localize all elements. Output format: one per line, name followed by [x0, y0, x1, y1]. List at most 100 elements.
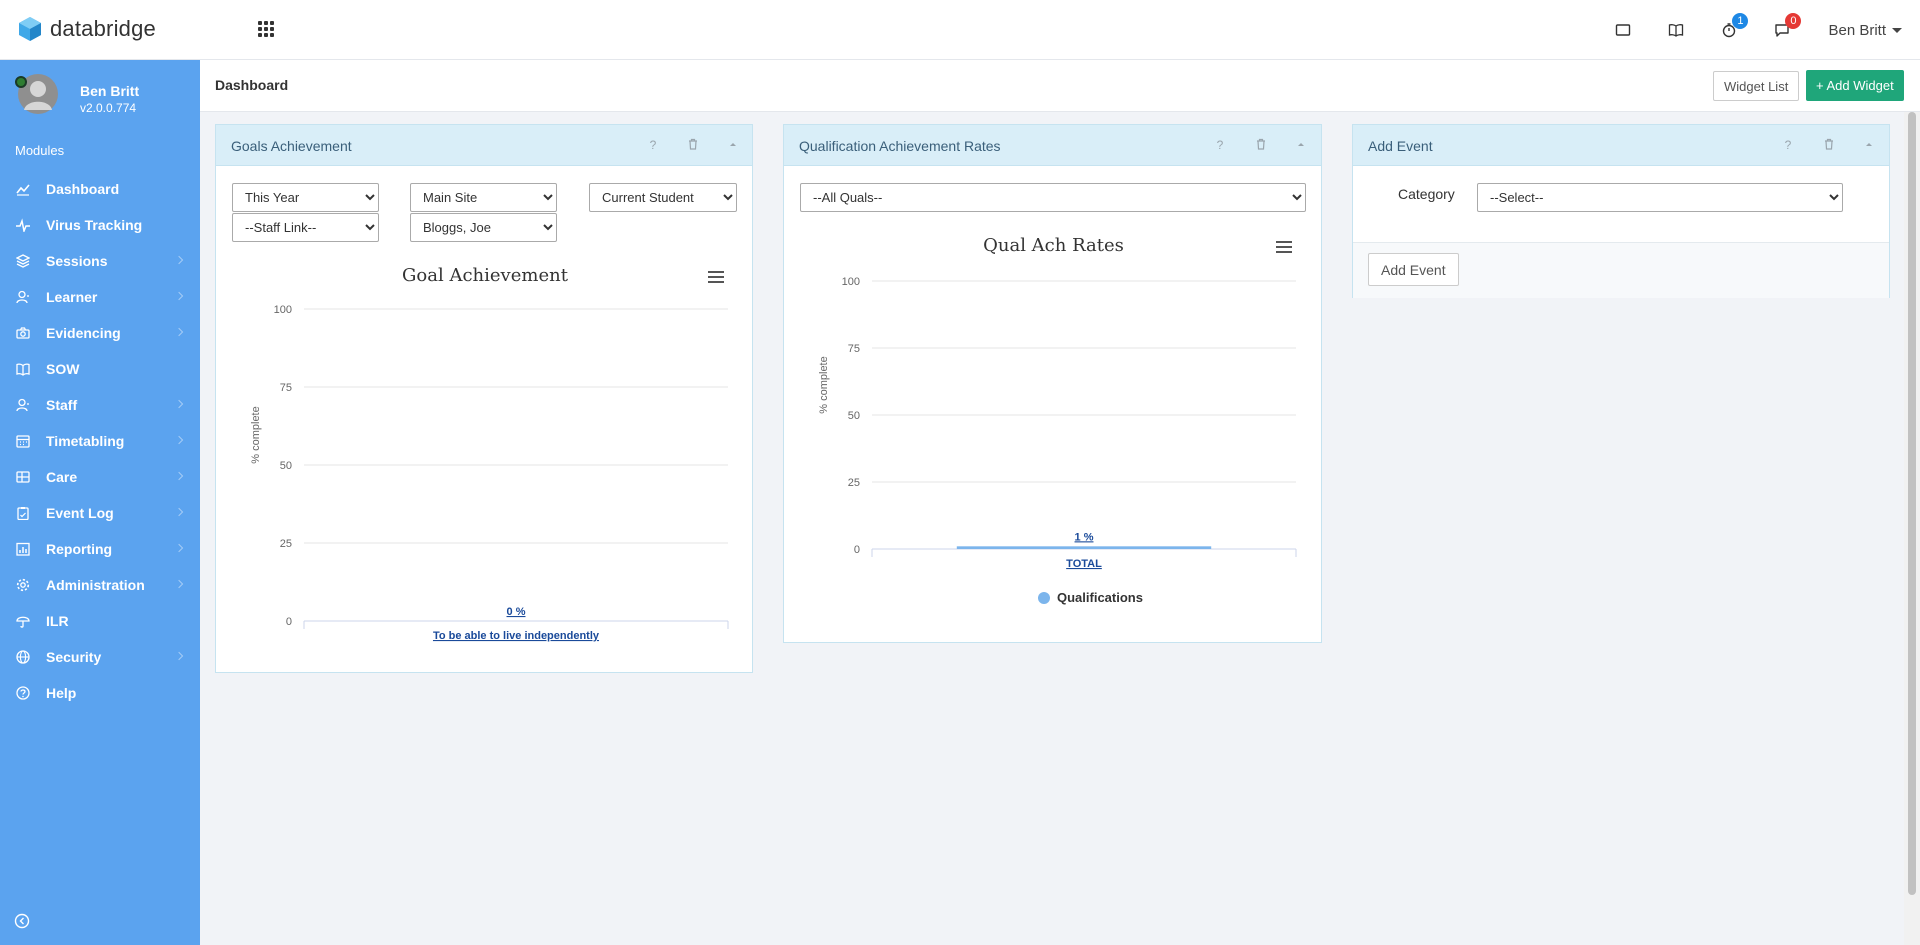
chevron-right-icon: [174, 291, 184, 301]
add-widget-button[interactable]: + Add Widget: [1806, 70, 1904, 101]
sidebar-item-label: Security: [46, 649, 102, 665]
y-tick-label: 25: [280, 538, 292, 550]
chevron-right-icon: [174, 327, 184, 337]
user-menu[interactable]: Ben Britt: [1808, 22, 1920, 39]
legend-label: Qualifications: [1057, 590, 1143, 605]
bar-chart-icon: [16, 542, 30, 556]
chevron-right-icon: [174, 255, 184, 265]
page-scrollbar[interactable]: [1904, 112, 1920, 945]
data-label: 1 %: [1075, 531, 1094, 543]
add-event-button[interactable]: Add Event: [1368, 253, 1459, 286]
logo[interactable]: databridge: [18, 16, 156, 42]
top-bar: databridge 1 0 Ben Britt: [0, 0, 1920, 60]
messages-button[interactable]: 0: [1755, 0, 1808, 60]
chevron-right-icon: [174, 471, 184, 481]
sidebar-item-security[interactable]: Security: [0, 639, 200, 675]
chevron-right-icon: [174, 651, 184, 661]
y-axis-label: % complete: [250, 406, 262, 463]
calendar-icon: [16, 435, 30, 448]
clipboard-icon: [17, 507, 29, 520]
sidebar-item-label: Help: [46, 685, 77, 701]
sidebar-item-label: Staff: [46, 397, 78, 413]
sidebar-item-label: SOW: [46, 361, 80, 377]
scrollbar-thumb[interactable]: [1908, 112, 1916, 895]
book-button[interactable]: [1649, 0, 1702, 60]
sidebar-item-label: Timetabling: [46, 433, 125, 449]
caret-down-icon: [1892, 27, 1902, 33]
sidebar-item-care[interactable]: Care: [0, 459, 200, 495]
sidebar-item-dashboard[interactable]: Dashboard: [0, 171, 200, 207]
book-icon: [16, 363, 30, 376]
sidebar-item-help[interactable]: Help: [0, 675, 200, 711]
sidebar-item-label: Dashboard: [46, 181, 120, 197]
user-icon: [16, 398, 29, 412]
category-select[interactable]: --Select--: [1477, 183, 1843, 212]
bar: [956, 546, 1212, 549]
data-label: 0 %: [507, 606, 526, 618]
sidebar-item-label: Evidencing: [46, 325, 121, 341]
gear-icon: [16, 578, 30, 592]
collapse-widget-button[interactable]: [1862, 138, 1876, 152]
help-icon: [16, 686, 30, 700]
page-header: Dashboard Widget List + Add Widget: [200, 60, 1920, 112]
screen-button[interactable]: [1596, 0, 1649, 60]
y-tick-label: 75: [848, 343, 860, 355]
page-title: Dashboard: [215, 77, 289, 93]
sidebar-item-label: ILR: [46, 613, 69, 629]
sidebar-item-staff[interactable]: Staff: [0, 387, 200, 423]
help-icon[interactable]: ?: [1781, 138, 1795, 152]
pulse-icon: [16, 218, 30, 232]
caret-up-icon: [1866, 143, 1872, 146]
profile-name: Ben Britt: [80, 83, 140, 99]
sidebar-item-reporting[interactable]: Reporting: [0, 531, 200, 567]
y-tick-label: 25: [848, 477, 860, 489]
chevron-right-icon: [174, 435, 184, 445]
x-tick-label: TOTAL: [1066, 558, 1102, 570]
y-tick-label: 75: [280, 382, 292, 394]
timer-badge: 1: [1732, 13, 1749, 29]
trash-icon: [1825, 138, 1833, 150]
camera-icon: [16, 327, 30, 339]
sidebar-item-evidencing[interactable]: Evidencing: [0, 315, 200, 351]
sidebar-item-virus-tracking[interactable]: Virus Tracking: [0, 207, 200, 243]
apps-grid-icon[interactable]: [258, 21, 274, 37]
umbrella-icon: [16, 616, 30, 628]
y-tick-label: 50: [848, 410, 860, 422]
sidebar-item-sow[interactable]: SOW: [0, 351, 200, 387]
messages-badge: 0: [1785, 13, 1802, 29]
sidebar-profile: Ben Britt v2.0.0.774: [0, 60, 200, 140]
sidebar-item-ilr[interactable]: ILR: [0, 603, 200, 639]
y-tick-label: 50: [280, 460, 292, 472]
widget-title: Add Event: [1368, 138, 1433, 154]
modules-label: Modules: [15, 143, 65, 158]
sidebar-item-label: Event Log: [46, 505, 114, 521]
logo-text: databridge: [50, 16, 156, 41]
sidebar-item-sessions[interactable]: Sessions: [0, 243, 200, 279]
databridge-logo-icon: [19, 17, 41, 41]
sidebar-nav: Dashboard Virus Tracking Sessions Learner Ev…: [0, 171, 200, 711]
widget-list-button[interactable]: Widget List: [1713, 71, 1800, 101]
y-tick-label: 0: [286, 616, 292, 628]
y-tick-label: 100: [842, 276, 860, 288]
sidebar-item-administration[interactable]: Administration: [0, 567, 200, 603]
user-icon: [16, 290, 29, 304]
collapse-sidebar-icon[interactable]: [14, 913, 30, 929]
sidebar-item-label: Learner: [46, 289, 98, 305]
sidebar-item-timetabling[interactable]: Timetabling: [0, 423, 200, 459]
monitor-icon: [1615, 24, 1631, 36]
online-status-icon: [15, 76, 27, 88]
chevron-right-icon: [174, 543, 184, 553]
category-label: Category: [1398, 186, 1455, 202]
globe-icon: [16, 650, 30, 664]
x-tick-label: To be able to live independently: [433, 630, 600, 642]
qualification-achievement-widget: Qualification Achievement Rates ? --All …: [783, 124, 1322, 643]
user-menu-name: Ben Britt: [1828, 21, 1886, 39]
sidebar-item-event-log[interactable]: Event Log: [0, 495, 200, 531]
goal-achievement-chart: 0 25 50 75 100 % complete 0 % To be able to liv…: [250, 304, 729, 642]
chevron-right-icon: [174, 579, 184, 589]
top-right-toolbar: 1 0 Ben Britt: [1596, 0, 1920, 60]
timer-button[interactable]: 1: [1702, 0, 1755, 60]
sidebar-item-learner[interactable]: Learner: [0, 279, 200, 315]
sidebar-item-label: Care: [46, 469, 78, 485]
delete-widget-button[interactable]: [1822, 138, 1836, 152]
